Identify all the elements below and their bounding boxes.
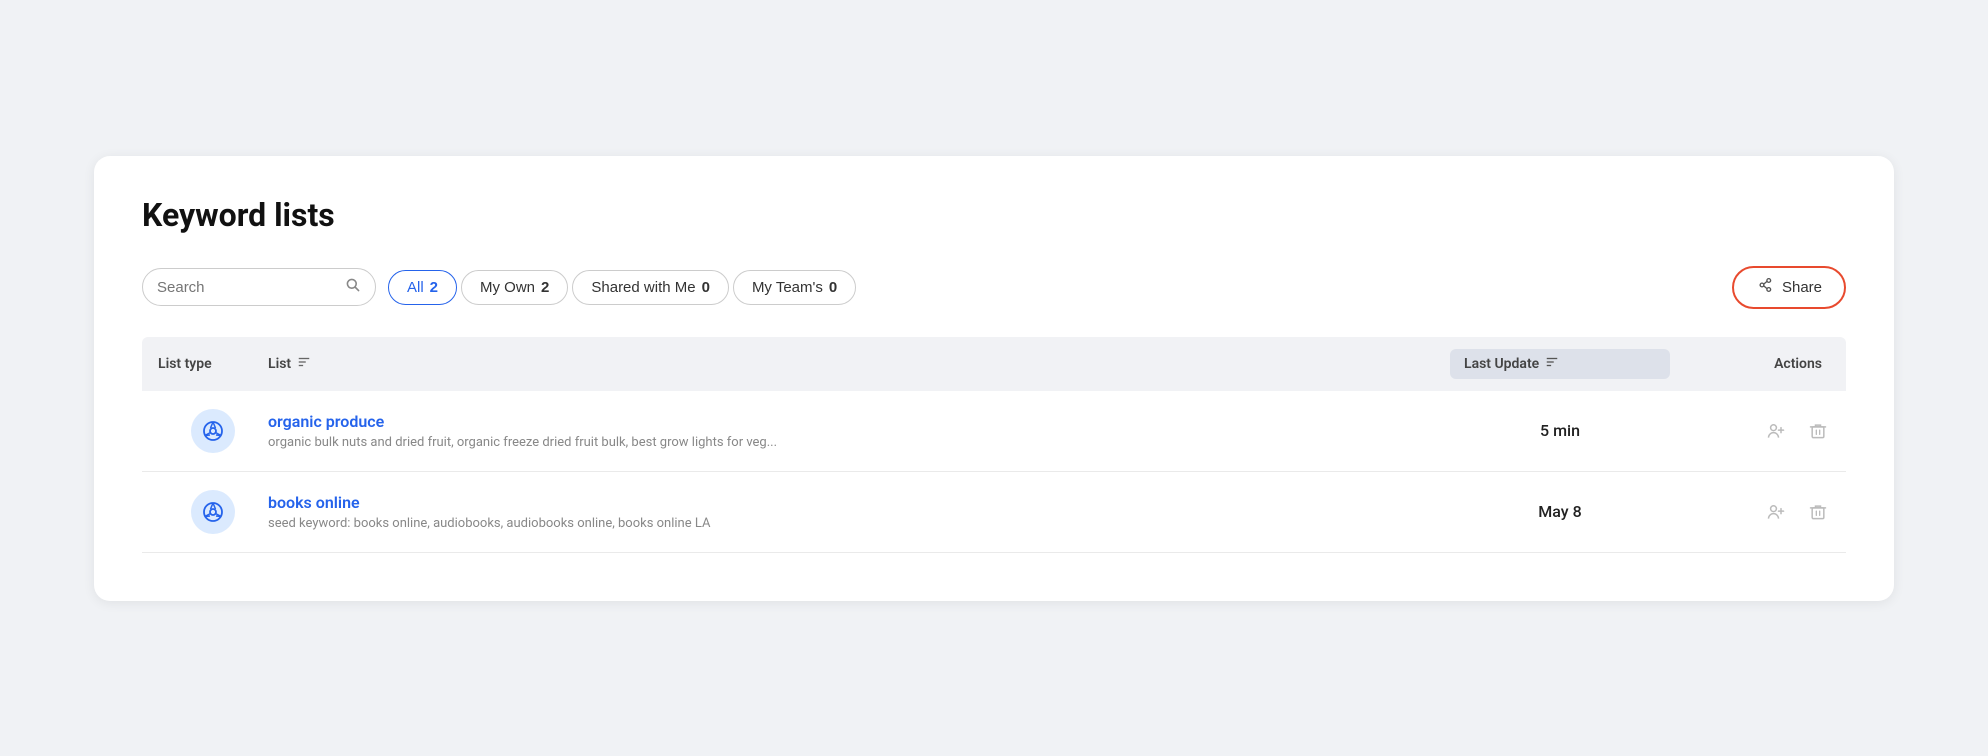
table-body: organic produce organic bulk nuts and dr…: [142, 391, 1846, 553]
table-header: List type List Last Update: [142, 337, 1846, 391]
last-update: May 8: [1450, 502, 1670, 521]
col-header-actions: Actions: [1670, 356, 1830, 372]
filter-tab-all[interactable]: All 2: [388, 270, 457, 305]
last-update: 5 min: [1450, 421, 1670, 440]
table-container: List type List Last Update: [142, 337, 1846, 553]
search-box: [142, 268, 376, 306]
filter-count: 2: [430, 279, 438, 296]
filter-tab-my-team's[interactable]: My Team's 0: [733, 270, 856, 305]
filter-tabs: All 2My Own 2Shared with Me 0My Team's 0: [388, 270, 856, 305]
filter-label: Shared with Me: [591, 279, 695, 296]
filter-label: All: [407, 279, 424, 296]
list-sort-icon[interactable]: [297, 355, 311, 373]
filter-count: 2: [541, 279, 549, 296]
share-user-button[interactable]: [1764, 419, 1788, 443]
list-keywords: organic bulk nuts and dried fruit, organ…: [268, 435, 1450, 450]
share-user-button[interactable]: [1764, 500, 1788, 524]
toolbar: All 2My Own 2Shared with Me 0My Team's 0…: [142, 266, 1846, 309]
row-actions: [1670, 419, 1830, 443]
table-row: books online seed keyword: books online,…: [142, 472, 1846, 553]
filter-count: 0: [702, 279, 710, 296]
search-input[interactable]: [157, 279, 337, 296]
delete-button[interactable]: [1806, 419, 1830, 443]
share-label: Share: [1782, 279, 1822, 296]
page-title: Keyword lists: [142, 196, 1846, 234]
share-icon: [1756, 276, 1774, 299]
filter-count: 0: [829, 279, 837, 296]
toolbar-left: All 2My Own 2Shared with Me 0My Team's 0: [142, 268, 856, 306]
delete-button[interactable]: [1806, 500, 1830, 524]
list-info: books online seed keyword: books online,…: [268, 493, 1450, 531]
list-type-icon: [191, 409, 235, 453]
filter-tab-shared-with-me[interactable]: Shared with Me 0: [572, 270, 729, 305]
table-row: organic produce organic bulk nuts and dr…: [142, 391, 1846, 472]
filter-label: My Own: [480, 279, 535, 296]
last-update-sort-icon: [1545, 355, 1559, 373]
filter-label: My Team's: [752, 279, 823, 296]
list-icon-wrap: [158, 409, 268, 453]
row-actions: [1670, 500, 1830, 524]
list-type-icon: [191, 490, 235, 534]
list-name[interactable]: books online: [268, 493, 1450, 512]
list-keywords: seed keyword: books online, audiobooks, …: [268, 516, 1450, 531]
filter-tab-my-own[interactable]: My Own 2: [461, 270, 568, 305]
main-card: Keyword lists All 2My Own 2Shared with M…: [94, 156, 1894, 601]
col-header-list-type: List type: [158, 356, 268, 372]
list-name[interactable]: organic produce: [268, 412, 1450, 431]
search-icon: [345, 277, 361, 297]
list-info: organic produce organic bulk nuts and dr…: [268, 412, 1450, 450]
share-button[interactable]: Share: [1732, 266, 1846, 309]
col-header-list: List: [268, 355, 1450, 373]
list-icon-wrap: [158, 490, 268, 534]
col-header-last-update[interactable]: Last Update: [1450, 349, 1670, 379]
